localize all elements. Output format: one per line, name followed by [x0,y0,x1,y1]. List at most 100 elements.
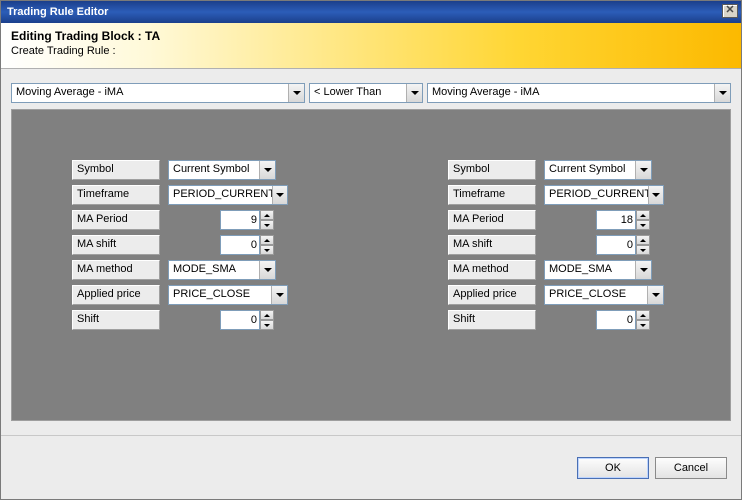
rule-selector-row: Moving Average - iMA < Lower Than Moving… [1,69,741,109]
right-shift-input[interactable] [596,310,636,330]
param-row-ma-shift: MA shift [448,235,670,255]
right-ma-period-input[interactable] [596,210,636,230]
right-ma-shift-input[interactable] [596,235,636,255]
left-applied-price-select[interactable]: PRICE_CLOSE [168,285,288,305]
right-ma-method-value: MODE_SMA [545,261,635,279]
param-row-timeframe: Timeframe PERIOD_CURRENT [448,185,670,205]
left-ma-period-input[interactable] [220,210,260,230]
param-row-symbol: Symbol Current Symbol [72,160,294,180]
left-applied-price-value: PRICE_CLOSE [169,286,271,304]
left-timeframe-select[interactable]: PERIOD_CURRENT [168,185,288,205]
right-symbol-value: Current Symbol [545,161,635,179]
spin-up-icon[interactable] [260,310,274,320]
label-ma-period: MA Period [448,210,536,230]
ok-button[interactable]: OK [577,457,649,479]
left-ma-shift-spinner[interactable] [220,235,274,255]
chevron-down-icon [406,84,422,102]
left-shift-spinner[interactable] [220,310,274,330]
right-timeframe-value: PERIOD_CURRENT [545,186,648,204]
right-symbol-select[interactable]: Current Symbol [544,160,652,180]
spin-down-icon[interactable] [260,245,274,255]
spin-down-icon[interactable] [260,220,274,230]
banner: Editing Trading Block : TA Create Tradin… [1,23,741,69]
label-shift: Shift [72,310,160,330]
spin-up-icon[interactable] [636,210,650,220]
chevron-down-icon [271,286,287,304]
spin-up-icon[interactable] [636,235,650,245]
chevron-down-icon [635,261,651,279]
label-ma-shift: MA shift [72,235,160,255]
right-indicator-text: Moving Average - iMA [428,84,714,102]
label-timeframe: Timeframe [72,185,160,205]
label-symbol: Symbol [72,160,160,180]
param-row-symbol: Symbol Current Symbol [448,160,670,180]
right-indicator-select[interactable]: Moving Average - iMA [427,83,731,103]
param-row-ma-period: MA Period [448,210,670,230]
comparator-select[interactable]: < Lower Than [309,83,423,103]
chevron-down-icon [635,161,651,179]
param-row-shift: Shift [72,310,294,330]
titlebar: Trading Rule Editor ✕ [1,1,741,23]
close-button[interactable]: ✕ [722,4,738,18]
right-params: Symbol Current Symbol Timeframe PERIOD_C… [448,160,670,420]
param-row-ma-period: MA Period [72,210,294,230]
chevron-down-icon [647,286,663,304]
label-applied-price: Applied price [448,285,536,305]
left-ma-method-value: MODE_SMA [169,261,259,279]
label-applied-price: Applied price [72,285,160,305]
param-row-shift: Shift [448,310,670,330]
label-ma-shift: MA shift [448,235,536,255]
left-indicator-text: Moving Average - iMA [12,84,288,102]
param-row-ma-method: MA method MODE_SMA [72,260,294,280]
left-ma-period-spinner[interactable] [220,210,274,230]
right-applied-price-select[interactable]: PRICE_CLOSE [544,285,664,305]
param-row-ma-method: MA method MODE_SMA [448,260,670,280]
left-symbol-select[interactable]: Current Symbol [168,160,276,180]
right-ma-method-select[interactable]: MODE_SMA [544,260,652,280]
window-title: Trading Rule Editor [7,6,108,18]
spin-up-icon[interactable] [260,210,274,220]
left-params: Symbol Current Symbol Timeframe PERIOD_C… [72,160,294,420]
chevron-down-icon [259,261,275,279]
left-indicator-select[interactable]: Moving Average - iMA [11,83,305,103]
right-timeframe-select[interactable]: PERIOD_CURRENT [544,185,664,205]
label-symbol: Symbol [448,160,536,180]
parameters-area: Symbol Current Symbol Timeframe PERIOD_C… [11,109,731,421]
footer: OK Cancel [1,435,741,499]
label-timeframe: Timeframe [448,185,536,205]
left-ma-shift-input[interactable] [220,235,260,255]
comparator-text: < Lower Than [310,84,406,102]
spin-up-icon[interactable] [260,235,274,245]
left-ma-method-select[interactable]: MODE_SMA [168,260,276,280]
chevron-down-icon [272,186,287,204]
param-row-timeframe: Timeframe PERIOD_CURRENT [72,185,294,205]
chevron-down-icon [259,161,275,179]
close-icon: ✕ [725,4,734,16]
label-ma-period: MA Period [72,210,160,230]
right-ma-shift-spinner[interactable] [596,235,650,255]
trading-rule-editor-window: Trading Rule Editor ✕ Editing Trading Bl… [0,0,742,500]
left-symbol-value: Current Symbol [169,161,259,179]
left-shift-input[interactable] [220,310,260,330]
spin-down-icon[interactable] [636,220,650,230]
spin-down-icon[interactable] [636,245,650,255]
left-timeframe-value: PERIOD_CURRENT [169,186,272,204]
spin-down-icon[interactable] [260,320,274,330]
cancel-button[interactable]: Cancel [655,457,727,479]
param-row-ma-shift: MA shift [72,235,294,255]
right-shift-spinner[interactable] [596,310,650,330]
spin-down-icon[interactable] [636,320,650,330]
label-shift: Shift [448,310,536,330]
banner-title: Editing Trading Block : TA [11,29,731,43]
right-ma-period-spinner[interactable] [596,210,650,230]
label-ma-method: MA method [448,260,536,280]
chevron-down-icon [288,84,304,102]
label-ma-method: MA method [72,260,160,280]
chevron-down-icon [714,84,730,102]
spin-up-icon[interactable] [636,310,650,320]
param-row-applied-price: Applied price PRICE_CLOSE [72,285,294,305]
right-applied-price-value: PRICE_CLOSE [545,286,647,304]
param-row-applied-price: Applied price PRICE_CLOSE [448,285,670,305]
banner-subtitle: Create Trading Rule : [11,45,731,57]
chevron-down-icon [648,186,663,204]
